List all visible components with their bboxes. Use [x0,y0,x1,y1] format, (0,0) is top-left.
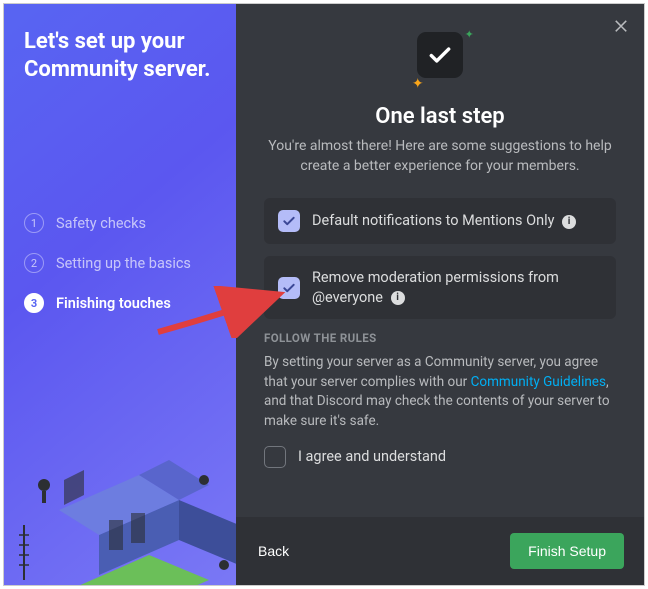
sidebar-title: Let's set up your Community server. [24,28,216,83]
house-illustration [4,405,236,585]
step-label: Setting up the basics [56,255,191,272]
sparkle-icon: ✦ [412,76,424,92]
community-setup-modal: Let's set up your Community server. 1 Sa… [3,3,645,586]
sparkle-icon: ✦ [465,28,474,41]
wizard-sidebar: Let's set up your Community server. 1 Sa… [4,4,236,585]
step-number: 3 [24,293,44,313]
back-button[interactable]: Back [256,537,291,565]
hero-icon-wrap: ✦ ✦ [264,26,616,90]
community-guidelines-link[interactable]: Community Guidelines [471,374,606,390]
content-area: ✦ ✦ One last step You're almost there! H… [236,4,644,517]
step-safety-checks[interactable]: 1 Safety checks [24,213,216,233]
step-number: 2 [24,253,44,273]
step-list: 1 Safety checks 2 Setting up the basics … [24,213,216,333]
checkbox-notifications[interactable] [278,210,300,232]
wizard-footer: Back Finish Setup [236,517,644,585]
info-icon[interactable]: i [391,291,405,305]
check-icon [282,281,296,295]
finish-setup-button[interactable]: Finish Setup [510,533,624,569]
check-icon [282,214,296,228]
page-subtitle: You're almost there! Here are some sugge… [264,137,616,176]
option-remove-moderation[interactable]: Remove moderation permissions from @ever… [264,256,616,319]
step-finishing-touches[interactable]: 3 Finishing touches [24,293,216,313]
rules-heading: FOLLOW THE RULES [264,331,616,345]
rules-text: By setting your server as a Community se… [264,353,616,431]
step-setting-up-basics[interactable]: 2 Setting up the basics [24,253,216,273]
option-label: Remove moderation permissions from @ever… [312,268,559,307]
checkbox-moderation[interactable] [278,277,300,299]
agree-label: I agree and understand [298,447,446,467]
info-icon[interactable]: i [562,215,576,229]
page-title: One last step [264,104,616,129]
step-label: Finishing touches [56,295,171,312]
checkbox-agree[interactable] [264,446,286,468]
wizard-main-panel: ✦ ✦ One last step You're almost there! H… [236,4,644,585]
checkmark-badge [417,32,463,78]
option-default-notifications[interactable]: Default notifications to Mentions Only i [264,198,616,244]
agree-row[interactable]: I agree and understand [264,446,616,468]
checkmark-icon [427,42,453,68]
step-number: 1 [24,213,44,233]
option-label: Default notifications to Mentions Only i [312,211,576,231]
step-label: Safety checks [56,215,146,232]
